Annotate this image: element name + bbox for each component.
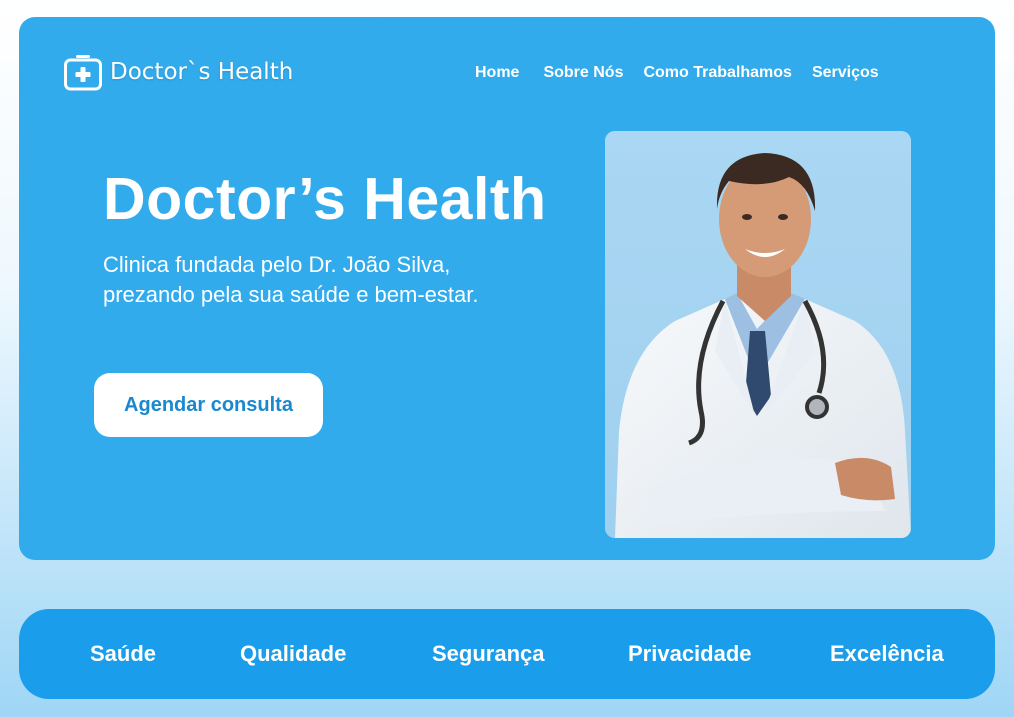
value-qualidade: Qualidade	[240, 641, 347, 666]
value-seguranca: Segurança	[432, 641, 545, 666]
hero-section: Doctor`s Health Home Sobre Nós Como Trab…	[19, 17, 995, 560]
nav-como-trabalhamos[interactable]: Como Trabalhamos	[643, 64, 791, 82]
hero-title: Doctor’s Health	[103, 166, 547, 232]
nav-sobre-nos[interactable]: Sobre Nós	[543, 64, 623, 82]
nav-home[interactable]: Home	[475, 64, 519, 82]
values-bar: Saúde Qualidade Segurança Privacidade Ex…	[19, 609, 995, 699]
doctor-portrait	[605, 131, 911, 538]
doctor-illustration	[605, 131, 911, 538]
brand-name: Doctor`s Health	[110, 59, 294, 85]
hero-description: Clinica fundada pelo Dr. João Silva, pre…	[103, 252, 479, 307]
brand-logo[interactable]: Doctor`s Health	[64, 52, 293, 92]
main-nav: Home Sobre Nós Como Trabalhamos Serviços	[475, 61, 879, 85]
value-saude: Saúde	[90, 641, 157, 666]
medical-kit-icon	[64, 55, 102, 91]
value-privacidade: Privacidade	[628, 641, 752, 666]
nav-servicos[interactable]: Serviços	[812, 64, 879, 82]
schedule-appointment-button[interactable]: Agendar consulta	[94, 373, 323, 437]
value-excelencia: Excelência	[830, 641, 944, 666]
